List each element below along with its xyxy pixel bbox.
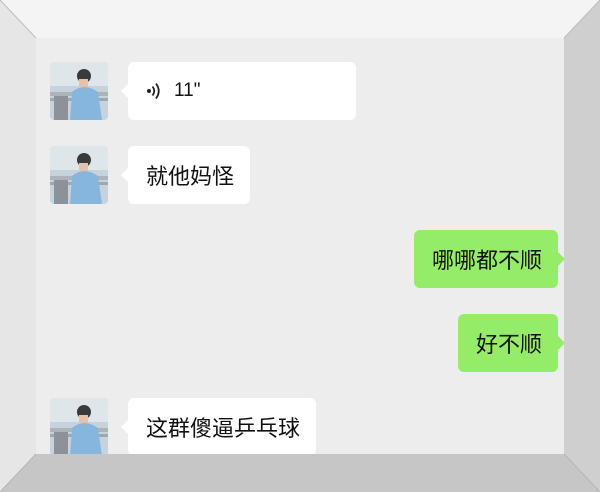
avatar[interactable] xyxy=(50,398,108,454)
bubble-tail xyxy=(121,168,128,182)
avatar-photo-icon xyxy=(50,146,108,204)
message-bubble[interactable]: 就他妈怪 xyxy=(121,146,251,204)
voice-duration: 11" xyxy=(174,80,201,101)
message-bubble-outgoing[interactable]: 哪哪都不顺 xyxy=(413,230,564,288)
message-bubble[interactable]: 这群傻逼乒乓球 xyxy=(121,398,317,454)
voice-wave-icon xyxy=(146,82,162,100)
avatar[interactable] xyxy=(50,62,108,120)
bubble-tail xyxy=(558,336,564,350)
chat-area: 11" 就他妈怪 哪哪都不顺 好不顺 这群傻逼乒乓球 xyxy=(36,38,564,454)
message-text: 就他妈怪 xyxy=(146,165,235,190)
bubble-tail xyxy=(121,84,128,98)
message-bubble-voice[interactable]: 11" xyxy=(121,62,356,120)
bubble-tail xyxy=(121,420,128,434)
message-bubble-outgoing[interactable]: 好不顺 xyxy=(457,314,564,372)
message-text: 好不顺 xyxy=(475,333,542,358)
avatar-photo-icon xyxy=(50,398,108,454)
message-text: 哪哪都不顺 xyxy=(431,249,542,274)
message-text: 这群傻逼乒乓球 xyxy=(146,417,301,442)
avatar-photo-icon xyxy=(50,62,108,120)
bubble-tail xyxy=(558,252,564,266)
avatar[interactable] xyxy=(50,146,108,204)
